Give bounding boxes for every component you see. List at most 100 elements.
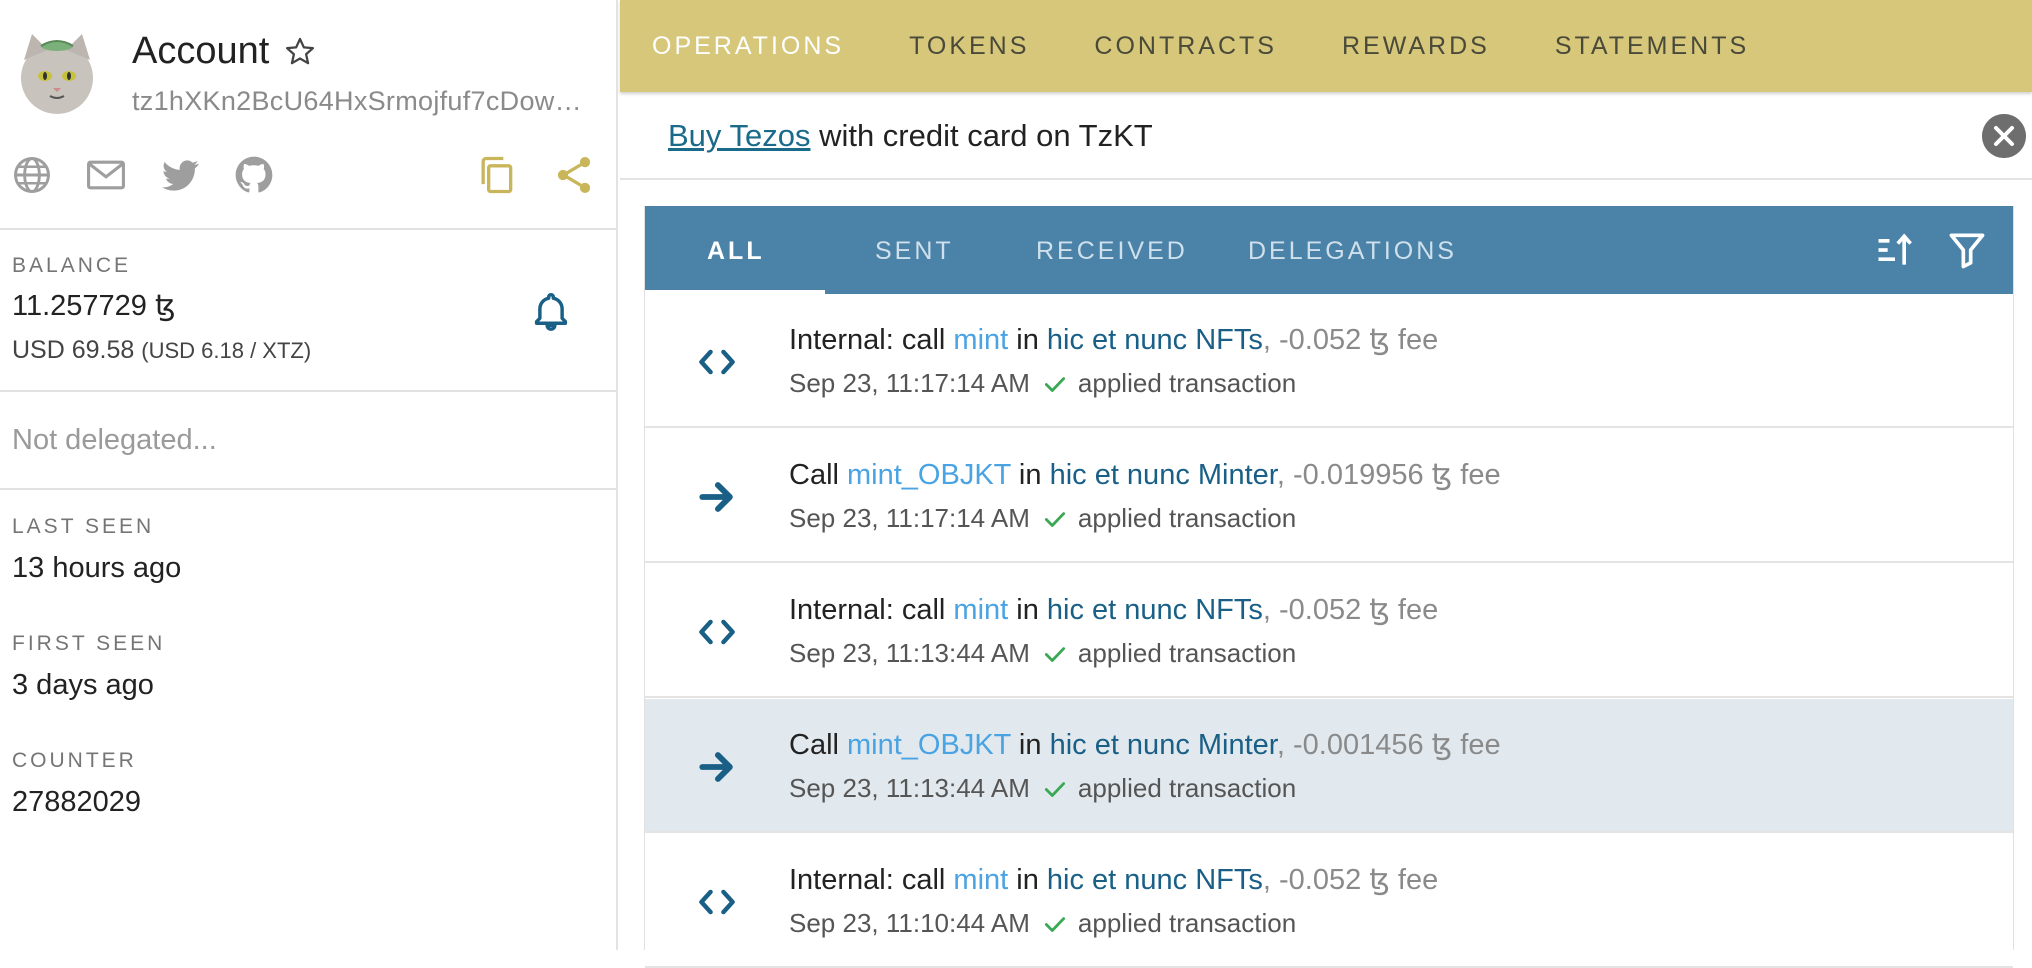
check-icon	[1044, 376, 1065, 392]
operation-status: applied transaction	[1077, 773, 1297, 803]
share-icon[interactable]	[552, 153, 596, 197]
social-links	[10, 152, 276, 198]
code-icon	[699, 889, 735, 915]
operation-meta: Sep 23, 11:13:44 AM applied transaction	[789, 773, 1296, 804]
operation-method-link[interactable]: mint_OBJKT	[847, 459, 1011, 491]
tab-tokens[interactable]: TOKENS	[909, 32, 1029, 61]
check-icon	[1044, 781, 1065, 797]
operation-row[interactable]: Internal: call mint in hic et nunc NFTs,…	[645, 834, 2013, 968]
operation-method-link[interactable]: mint	[953, 594, 1008, 626]
arrow-right-icon	[699, 482, 733, 512]
filter-tab-all[interactable]: ALL	[707, 237, 765, 266]
counter-value: 27882029	[12, 786, 142, 818]
operation-target-link[interactable]: hic et nunc NFTs	[1047, 324, 1263, 356]
operation-target-link[interactable]: hic et nunc NFTs	[1047, 864, 1263, 896]
operation-description: Internal: call mint in hic et nunc NFTs,…	[789, 322, 1438, 357]
divider	[0, 228, 616, 230]
operation-status: applied transaction	[1077, 368, 1297, 398]
tab-statements[interactable]: STATEMENTS	[1555, 32, 1749, 61]
operation-row[interactable]: Internal: call mint in hic et nunc NFTs,…	[645, 294, 2013, 428]
counter-label: COUNTER	[12, 749, 137, 772]
balance-label: BALANCE	[12, 254, 132, 277]
operations-panel: ALL SENT RECEIVED DELEGATIONS Internal: …	[644, 206, 2014, 968]
bell-icon[interactable]	[528, 288, 574, 334]
mail-icon[interactable]	[84, 153, 128, 197]
operation-status: applied transaction	[1077, 908, 1297, 938]
star-icon[interactable]	[283, 35, 317, 69]
github-icon[interactable]	[232, 153, 276, 197]
operation-meta: Sep 23, 11:17:14 AM applied transaction	[789, 368, 1296, 399]
check-icon	[1044, 916, 1065, 932]
first-seen-value: 3 days ago	[12, 669, 154, 701]
divider	[0, 390, 616, 392]
operation-fee: , -0.052 ꜩ fee	[1262, 594, 1439, 626]
operation-description: Internal: call mint in hic et nunc NFTs,…	[789, 862, 1438, 897]
operation-time[interactable]: Sep 23, 11:13:44 AM	[789, 773, 1030, 804]
operation-status: applied transaction	[1077, 503, 1297, 533]
last-seen-value: 13 hours ago	[12, 552, 182, 584]
banner-rest: with credit card on TzKT	[810, 118, 1153, 153]
account-sidebar: Account tz1hXKn2BcU64HxSrmojfuf7cDow… BA…	[0, 0, 618, 950]
globe-icon[interactable]	[10, 153, 54, 197]
operation-time[interactable]: Sep 23, 11:17:14 AM	[789, 503, 1030, 534]
promo-banner: Buy Tezos with credit card on TzKT	[620, 92, 2032, 180]
operation-meta: Sep 23, 11:13:44 AM applied transaction	[789, 638, 1296, 669]
operation-prefix: Call	[789, 459, 848, 491]
filter-tab-sent[interactable]: SENT	[875, 237, 954, 266]
avatar	[21, 34, 93, 114]
operation-method-link[interactable]: mint_OBJKT	[847, 729, 1011, 761]
operation-description: Internal: call mint in hic et nunc NFTs,…	[789, 592, 1438, 627]
operation-target-link[interactable]: hic et nunc NFTs	[1047, 594, 1263, 626]
filter-tab-delegations[interactable]: DELEGATIONS	[1248, 237, 1457, 266]
divider	[0, 488, 616, 490]
account-title-text: Account	[132, 30, 270, 72]
code-icon	[699, 349, 735, 375]
operation-mid: in	[1008, 594, 1047, 626]
operation-time[interactable]: Sep 23, 11:13:44 AM	[789, 638, 1030, 669]
filter-icon[interactable]	[1945, 228, 1989, 272]
filter-tab-received[interactable]: RECEIVED	[1036, 237, 1188, 266]
operation-meta: Sep 23, 11:10:44 AM applied transaction	[789, 908, 1296, 939]
operation-prefix: Internal: call	[789, 324, 954, 356]
buy-tezos-link[interactable]: Buy Tezos	[668, 118, 810, 153]
operation-mid: in	[1008, 324, 1047, 356]
close-icon[interactable]	[1982, 114, 2026, 158]
balance-usd-value: USD 69.58	[12, 336, 135, 364]
account-address[interactable]: tz1hXKn2BcU64HxSrmojfuf7cDow…	[132, 86, 592, 117]
operation-prefix: Call	[789, 729, 848, 761]
operation-prefix: Internal: call	[789, 594, 954, 626]
operation-time[interactable]: Sep 23, 11:17:14 AM	[789, 368, 1030, 399]
balance-rate: (USD 6.18 / XTZ)	[141, 338, 312, 363]
operation-mid: in	[1010, 729, 1050, 761]
operation-fee: , -0.001456 ꜩ fee	[1276, 729, 1501, 761]
operation-target-link[interactable]: hic et nunc Minter	[1050, 729, 1277, 761]
operation-description: Call mint_OBJKT in hic et nunc Minter, -…	[789, 727, 1501, 762]
check-icon	[1044, 646, 1065, 662]
twitter-icon[interactable]	[158, 153, 202, 197]
operation-status: applied transaction	[1077, 638, 1297, 668]
operation-fee: , -0.052 ꜩ fee	[1262, 324, 1439, 356]
operation-row[interactable]: Call mint_OBJKT in hic et nunc Minter, -…	[645, 699, 2013, 833]
tab-operations[interactable]: OPERATIONS	[652, 32, 844, 61]
balance-value: 11.257729 ꜩ	[12, 290, 176, 322]
check-icon	[1044, 511, 1065, 527]
arrow-right-icon	[699, 752, 733, 782]
account-actions	[474, 152, 596, 198]
tab-contracts[interactable]: CONTRACTS	[1094, 32, 1277, 61]
tab-rewards[interactable]: REWARDS	[1342, 32, 1490, 61]
copy-icon[interactable]	[474, 153, 518, 197]
operation-description: Call mint_OBJKT in hic et nunc Minter, -…	[789, 457, 1501, 492]
operation-meta: Sep 23, 11:17:14 AM applied transaction	[789, 503, 1296, 534]
operation-target-link[interactable]: hic et nunc Minter	[1050, 459, 1277, 491]
sort-icon[interactable]	[1873, 228, 1917, 272]
operation-row[interactable]: Internal: call mint in hic et nunc NFTs,…	[645, 564, 2013, 698]
last-seen-label: LAST SEEN	[12, 515, 155, 538]
first-seen-label: FIRST SEEN	[12, 632, 166, 655]
operation-row[interactable]: Call mint_OBJKT in hic et nunc Minter, -…	[645, 429, 2013, 563]
operation-method-link[interactable]: mint	[953, 324, 1008, 356]
operation-time[interactable]: Sep 23, 11:10:44 AM	[789, 908, 1030, 939]
operation-fee: , -0.019956 ꜩ fee	[1276, 459, 1501, 491]
code-icon	[699, 619, 735, 645]
operation-method-link[interactable]: mint	[953, 864, 1008, 896]
balance-usd: USD 69.58 (USD 6.18 / XTZ)	[12, 336, 311, 365]
